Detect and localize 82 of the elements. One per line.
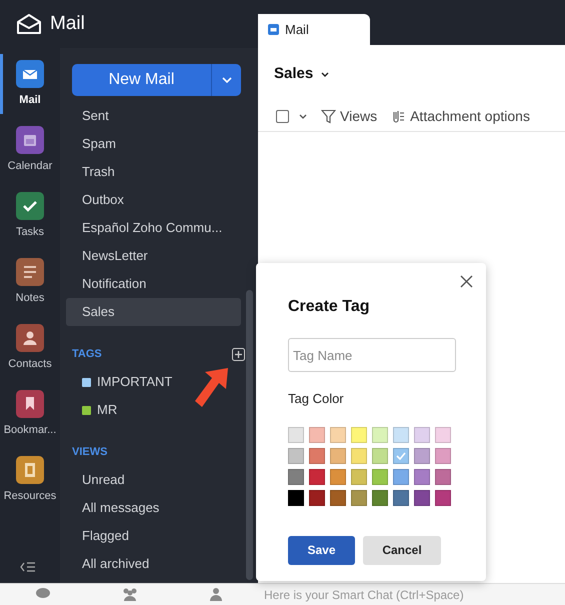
rail-label[interactable]: Tasks: [16, 224, 44, 240]
paperclip-icon: [391, 108, 406, 124]
collapse-icon[interactable]: [20, 561, 36, 573]
dialog-title: Create Tag: [288, 297, 371, 317]
color-swatch[interactable]: [351, 490, 367, 506]
add-tag-icon[interactable]: [232, 348, 245, 360]
color-swatch[interactable]: [330, 468, 346, 484]
folder-item[interactable]: Spam: [66, 130, 241, 158]
color-swatch[interactable]: [330, 426, 346, 442]
color-swatch[interactable]: [309, 490, 325, 506]
folder-item[interactable]: Trash: [66, 158, 241, 186]
folder-item[interactable]: Sent: [66, 102, 241, 130]
save-button[interactable]: Save: [288, 536, 355, 564]
mail-icon: [268, 24, 279, 35]
color-swatch[interactable]: [414, 490, 430, 506]
folder-item[interactable]: Español Zoho Commu...: [66, 214, 241, 242]
tag-color-label: Tag Color: [288, 390, 345, 408]
color-swatch[interactable]: [372, 490, 388, 506]
color-swatch[interactable]: [288, 490, 304, 506]
color-swatch[interactable]: [414, 426, 430, 442]
rail-label[interactable]: Bookmar...: [4, 422, 56, 438]
color-swatch[interactable]: [288, 448, 304, 464]
filter-icon: [321, 108, 336, 124]
tag-name-field[interactable]: Tag Name: [288, 338, 456, 372]
color-swatch[interactable]: [330, 448, 346, 464]
caret-icon: [222, 77, 232, 83]
cancel-button[interactable]: Cancel: [363, 536, 441, 564]
color-swatch[interactable]: [435, 426, 451, 442]
new-mail-button[interactable]: New Mail: [72, 64, 211, 96]
color-swatch[interactable]: [435, 448, 451, 464]
rail-label[interactable]: Notes: [16, 290, 44, 306]
view-item[interactable]: All archived: [66, 550, 241, 578]
mail-tab[interactable]: Mail: [258, 14, 370, 45]
rail-label[interactable]: Resources: [4, 488, 56, 504]
color-swatch[interactable]: [309, 426, 325, 442]
folder-item[interactable]: Outbox: [66, 186, 241, 214]
folder-title: Sales: [274, 64, 314, 84]
checkmark-icon: [396, 452, 406, 460]
color-swatch[interactable]: [372, 448, 388, 464]
group-icon[interactable]: [121, 587, 139, 601]
attachment-options-button[interactable]: Attachment options: [391, 106, 530, 126]
view-item[interactable]: Flagged: [66, 522, 241, 550]
caret-icon[interactable]: [299, 114, 307, 118]
color-swatch[interactable]: [435, 490, 451, 506]
color-swatch[interactable]: [309, 468, 325, 484]
new-mail-menu-button[interactable]: [211, 64, 241, 96]
color-swatch[interactable]: [435, 468, 451, 484]
color-swatch[interactable]: [414, 468, 430, 484]
color-swatch[interactable]: [309, 448, 325, 464]
color-swatch[interactable]: [393, 448, 409, 464]
color-swatch[interactable]: [288, 468, 304, 484]
rail-label[interactable]: Contacts: [8, 356, 52, 372]
color-swatch[interactable]: [393, 490, 409, 506]
color-swatch[interactable]: [393, 426, 409, 442]
section-heading: TAGS: [71, 346, 102, 362]
color-swatch[interactable]: [288, 426, 304, 442]
view-item[interactable]: Unread: [66, 466, 241, 494]
color-swatch[interactable]: [351, 468, 367, 484]
folder-item[interactable]: Notification: [66, 270, 241, 298]
scrollbar[interactable]: [246, 290, 253, 580]
logo-icon: [16, 13, 42, 35]
rail-label[interactable]: Calendar: [8, 158, 52, 174]
view-item[interactable]: All messages: [66, 494, 241, 522]
select-all-checkbox[interactable]: [276, 110, 289, 122]
caret-icon[interactable]: [321, 72, 330, 77]
color-swatch[interactable]: [393, 468, 409, 484]
views-button[interactable]: Views: [321, 106, 378, 126]
color-swatch[interactable]: [351, 426, 367, 442]
tag-item[interactable]: IMPORTANT: [97, 372, 172, 392]
person-icon[interactable]: [209, 587, 223, 601]
color-swatch[interactable]: [330, 490, 346, 506]
close-icon[interactable]: [460, 275, 473, 288]
color-swatch[interactable]: [372, 426, 388, 442]
tag-item[interactable]: MR: [97, 400, 118, 420]
color-swatch[interactable]: [351, 448, 367, 464]
rail-label[interactable]: Mail: [19, 92, 41, 108]
color-swatch[interactable]: [372, 468, 388, 484]
folder-item[interactable]: Sales: [66, 298, 241, 326]
app-title: Mail: [50, 12, 85, 36]
section-heading: VIEWS: [71, 445, 108, 460]
folder-item[interactable]: NewsLetter: [66, 242, 241, 270]
color-swatch[interactable]: [414, 448, 430, 464]
